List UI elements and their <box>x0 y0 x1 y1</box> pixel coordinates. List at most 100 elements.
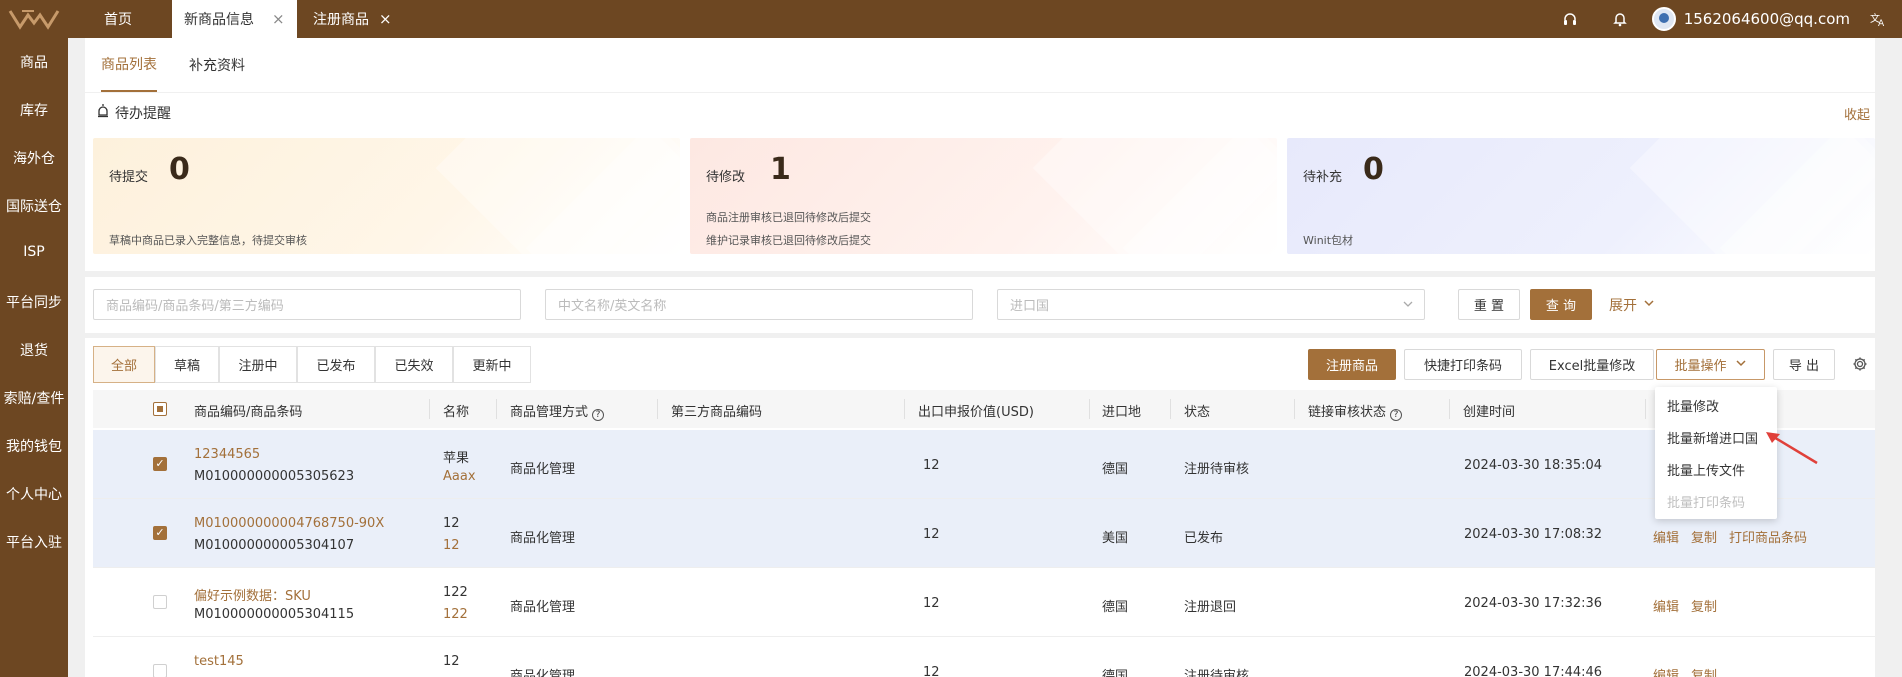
status: 注册待审核 <box>1184 669 1250 677</box>
sidebar-item-platform-sync[interactable]: 平台同步 <box>0 292 68 312</box>
query-button[interactable]: 查 询 <box>1530 289 1592 320</box>
print-barcode-link[interactable]: 打印商品条码 <box>1729 527 1807 546</box>
subtab-product-list[interactable]: 商品列表 <box>101 38 157 92</box>
col-header-mgmt-label: 商品管理方式 <box>510 405 589 420</box>
table-row[interactable]: 偏好示例数据：SKU M010000000005304115 122 122 商… <box>93 568 1875 637</box>
batch-operation-button[interactable]: 批量操作 <box>1656 349 1765 380</box>
export-value: 12 <box>923 665 940 677</box>
status-tab-draft[interactable]: 草稿 <box>155 346 219 383</box>
help-icon[interactable]: ? <box>1390 409 1403 421</box>
subtab-supplement[interactable]: 补充资料 <box>189 38 245 92</box>
select-all-checkbox[interactable] <box>153 402 167 416</box>
row-checkbox[interactable]: ✓ <box>153 526 167 540</box>
status: 注册待审核 <box>1184 462 1250 477</box>
sidebar-item-products[interactable]: 商品 <box>0 52 68 72</box>
col-header-import-country: 进口地 <box>1102 405 1142 420</box>
status-tab-all[interactable]: 全部 <box>93 346 155 383</box>
chevron-down-icon <box>1643 297 1655 313</box>
pending-supplement-card[interactable]: 待补充 0 Winit包材 <box>1287 138 1875 254</box>
avatar[interactable] <box>1651 7 1676 31</box>
copy-link[interactable]: 复制 <box>1691 596 1717 615</box>
user-email[interactable]: 1562064600@qq.com <box>1684 10 1850 28</box>
card-desc: Winit包材 <box>1303 234 1354 247</box>
copy-link[interactable]: 复制 <box>1691 527 1717 546</box>
row-checkbox[interactable] <box>153 595 167 609</box>
sidebar-item-isp[interactable]: ISP <box>0 244 68 260</box>
tab-home[interactable]: 首页 <box>92 0 144 38</box>
status-tab-expired[interactable]: 已失效 <box>375 346 453 383</box>
sidebar-item-platform-join[interactable]: 平台入驻 <box>0 532 68 552</box>
tab-home-label: 首页 <box>104 12 132 28</box>
pending-modify-card[interactable]: 待修改 1 商品注册审核已退回待修改后提交 维护记录审核已退回待修改后提交 <box>690 138 1277 254</box>
col-header-export-value: 出口申报价值(USD) <box>918 405 1034 420</box>
menu-item-batch-print-barcode[interactable]: 批量打印条码 <box>1667 492 1745 511</box>
col-header-mgmt: 商品管理方式? <box>510 401 605 421</box>
product-code[interactable]: M010000000004768750-90X <box>194 516 384 531</box>
gear-icon[interactable] <box>1852 356 1868 376</box>
name-search-input[interactable]: 中文名称/英文名称 <box>545 289 973 320</box>
alarm-icon <box>97 104 109 122</box>
headset-icon[interactable] <box>1560 9 1580 29</box>
table-row[interactable]: test145 12 商品化管理 12 德国 注册待审核 2024-03-30 … <box>93 637 1875 677</box>
sidebar-item-returns[interactable]: 退货 <box>0 340 68 360</box>
row-checkbox[interactable] <box>153 664 167 677</box>
mgmt-type: 商品化管理 <box>510 462 576 477</box>
close-icon[interactable]: × <box>379 10 392 28</box>
status-tab-published[interactable]: 已发布 <box>297 346 375 383</box>
bell-icon[interactable] <box>1610 9 1630 29</box>
row-checkbox[interactable]: ✓ <box>153 457 167 471</box>
col-header-created-time: 创建时间 <box>1463 405 1516 420</box>
menu-item-batch-upload[interactable]: 批量上传文件 <box>1667 460 1745 479</box>
sidebar-item-overseas-warehouse[interactable]: 海外仓 <box>0 148 68 168</box>
card-desc: 草稿中商品已录入完整信息，待提交审核 <box>109 234 307 247</box>
status-tab-updating[interactable]: 更新中 <box>453 346 531 383</box>
pending-submit-card[interactable]: 待提交 0 草稿中商品已录入完整信息，待提交审核 <box>93 138 680 254</box>
created-time: 2024-03-30 17:32:36 <box>1464 596 1603 611</box>
product-code[interactable]: test145 <box>194 654 244 669</box>
excel-batch-edit-button[interactable]: Excel批量修改 <box>1530 349 1654 380</box>
product-code[interactable]: 12344565 <box>194 447 260 462</box>
status-tab-registering[interactable]: 注册中 <box>219 346 297 383</box>
edit-link[interactable]: 编辑 <box>1653 527 1679 546</box>
col-header-link-review: 链接审核状态? <box>1308 401 1403 421</box>
export-button[interactable]: 导 出 <box>1773 349 1835 380</box>
quick-print-barcode-button[interactable]: 快捷打印条码 <box>1404 349 1522 380</box>
sidebar-item-personal-center[interactable]: 个人中心 <box>0 484 68 504</box>
product-name-en: 122 <box>443 607 468 622</box>
tab-register-product[interactable]: 注册商品 × <box>301 0 404 38</box>
logo-icon[interactable] <box>0 0 68 38</box>
sidebar-item-claims[interactable]: 索赔/查件 <box>0 388 68 408</box>
sidebar-item-wallet[interactable]: 我的钱包 <box>0 436 68 456</box>
translate-icon[interactable]: 文A <box>1868 9 1888 29</box>
reset-button[interactable]: 重 置 <box>1458 289 1520 320</box>
product-barcode: M010000000005304115 <box>194 607 355 622</box>
country-select[interactable]: 进口国 <box>997 289 1425 320</box>
collapse-link[interactable]: 收起 <box>1844 104 1870 123</box>
edit-link[interactable]: 编辑 <box>1653 665 1679 677</box>
edit-link[interactable]: 编辑 <box>1653 596 1679 615</box>
sidebar-item-inventory[interactable]: 库存 <box>0 100 68 120</box>
product-name: 12 <box>443 516 460 531</box>
menu-item-batch-add-country[interactable]: 批量新增进口国 <box>1667 428 1758 447</box>
annotation-arrow-icon <box>1766 432 1818 465</box>
card-title: 待补充 <box>1303 170 1343 185</box>
close-icon[interactable]: × <box>272 10 285 28</box>
mgmt-type: 商品化管理 <box>510 669 576 677</box>
tab-new-product-info[interactable]: 新商品信息 × <box>172 0 297 38</box>
menu-item-batch-edit[interactable]: 批量修改 <box>1667 396 1719 415</box>
code-search-input[interactable]: 商品编码/商品条码/第三方编码 <box>93 289 521 320</box>
help-icon[interactable]: ? <box>592 409 605 421</box>
created-time: 2024-03-30 17:44:46 <box>1464 665 1603 677</box>
sidebar-item-intl-delivery[interactable]: 国际送仓 <box>0 196 68 216</box>
table-row[interactable]: ✓ 12344565 M010000000005305623 苹果 Aaax 商… <box>93 430 1875 499</box>
col-header-name: 名称 <box>443 405 470 420</box>
register-product-button[interactable]: 注册商品 <box>1308 349 1396 380</box>
export-value: 12 <box>923 527 940 542</box>
expand-link[interactable]: 展开 <box>1609 295 1655 315</box>
table-row[interactable]: ✓ M010000000004768750-90X M0100000000053… <box>93 499 1875 568</box>
copy-link[interactable]: 复制 <box>1691 665 1717 677</box>
top-bar: 首页 新商品信息 × 注册商品 × 1562064600@qq.com 文A <box>0 0 1902 38</box>
product-code[interactable]: 偏好示例数据：SKU <box>194 585 311 604</box>
card-count: 0 <box>169 152 190 187</box>
svg-text:A: A <box>1878 19 1885 27</box>
